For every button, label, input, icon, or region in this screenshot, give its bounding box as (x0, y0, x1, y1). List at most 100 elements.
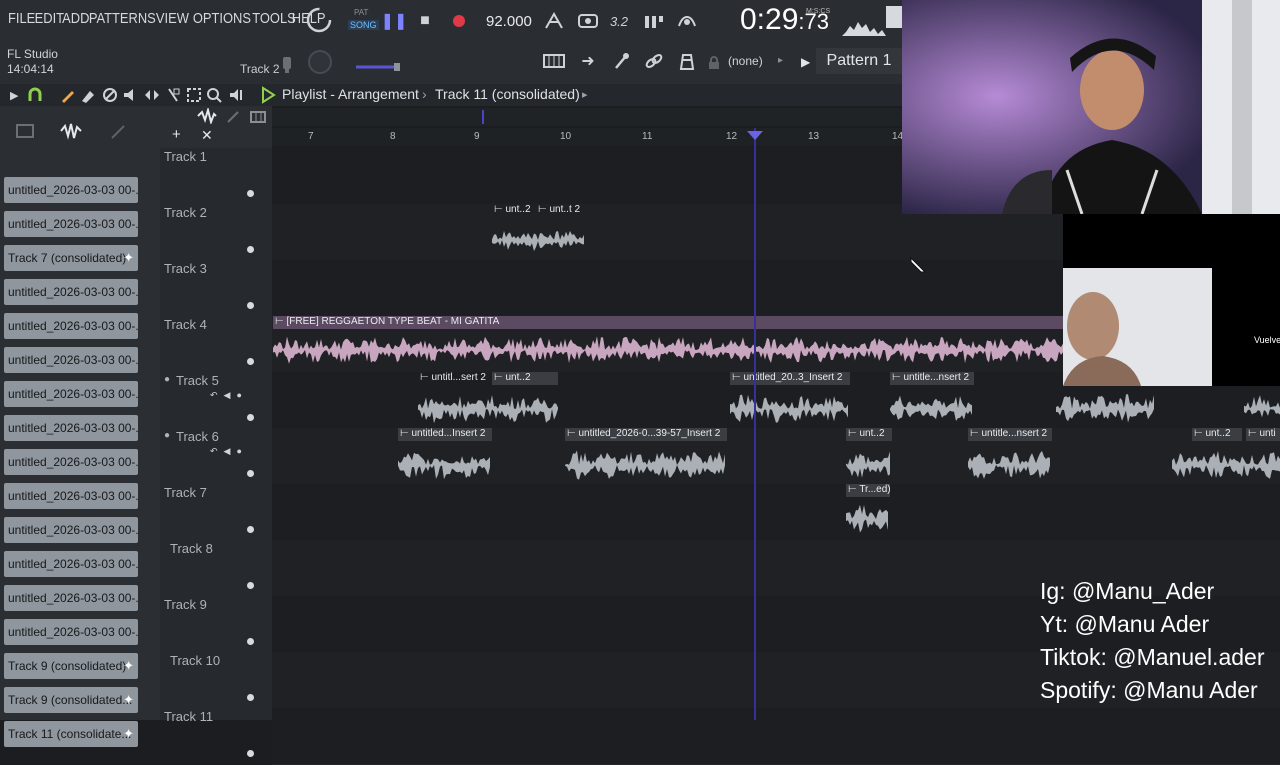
audio-waveform[interactable] (398, 448, 490, 482)
clip-menu-icon[interactable]: ⊢ (494, 204, 506, 215)
browser-item[interactable]: untitled_2026-03-03 00-... (4, 585, 138, 611)
track-name[interactable]: Track 3 (164, 261, 207, 276)
track-name[interactable]: Track 7 (164, 485, 207, 500)
track-enable-dot[interactable] (247, 246, 254, 253)
piano-roll-icon[interactable] (543, 50, 565, 72)
audio-waveform[interactable] (1244, 392, 1280, 426)
zoom-tool-icon[interactable] (206, 87, 222, 103)
clip-menu-icon[interactable]: ⊢ (732, 372, 744, 383)
browser-item[interactable]: untitled_2026-03-03 00-... (4, 551, 138, 577)
slip-tool-icon[interactable] (144, 87, 160, 103)
track-name[interactable]: Track 9 (164, 597, 207, 612)
lock-icon[interactable] (707, 56, 721, 70)
remove-icon[interactable]: ✕ (201, 127, 213, 144)
blend-notes-icon[interactable] (676, 10, 698, 32)
beat-counter[interactable]: 3.2 (608, 10, 630, 32)
browser-item[interactable]: untitled_2026-03-03 00-... (4, 483, 138, 509)
step-edit-icon[interactable] (643, 10, 665, 32)
audio-clip-header[interactable]: ⊢ unt..t 2 (536, 204, 584, 217)
track-name[interactable]: Track 1 (164, 149, 207, 164)
pattern-selector[interactable]: Pattern 1 (816, 48, 902, 74)
plugin-picker-icon[interactable] (610, 50, 632, 72)
track-controls-icon[interactable]: ↶◀● (210, 446, 248, 457)
audio-waveform[interactable] (565, 448, 725, 482)
menu-file[interactable]: FILE (8, 10, 35, 27)
audio-waveform[interactable] (890, 392, 972, 426)
clip-menu-icon[interactable]: ⊢ (400, 428, 412, 439)
playhead-marker-icon[interactable] (746, 128, 764, 140)
delete-tool-icon[interactable] (102, 87, 118, 103)
track-enable-dot[interactable] (247, 302, 254, 309)
record-icon[interactable] (448, 10, 470, 32)
playhead[interactable] (754, 128, 756, 720)
timeline-ruler[interactable]: 7 8 9 10 11 12 13 14 (272, 128, 903, 146)
browser-item[interactable]: untitled_2026-03-03 00-... (4, 517, 138, 543)
audio-waveform[interactable] (968, 448, 1050, 482)
audio-clip-header[interactable]: ⊢ untitle...nsert 2 (968, 428, 1052, 441)
stop-icon[interactable]: ■ (414, 10, 436, 32)
track-enable-dot[interactable] (247, 470, 254, 477)
track-enable-dot[interactable] (247, 190, 254, 197)
browser-item[interactable]: untitled_2026-03-03 00-... (4, 177, 138, 203)
browser-item[interactable]: untitled_2026-03-03 00-... (4, 313, 138, 339)
record-arm-icon[interactable]: ● (164, 374, 170, 385)
browser-audio-icon[interactable] (60, 122, 82, 140)
track-name[interactable]: Track 8 (170, 541, 213, 556)
audio-clip-header[interactable]: ⊢ unt..2 (846, 428, 892, 441)
clip-menu-icon[interactable]: ⊢ (420, 372, 432, 383)
track-name[interactable]: Track 2 (164, 205, 207, 220)
playlist-arrow-icon[interactable] (260, 86, 276, 104)
menu-view[interactable]: VIEW (156, 10, 189, 27)
menu-options[interactable]: OPTIONS (193, 10, 251, 27)
playlist-menu-icon[interactable]: ▶ (10, 89, 18, 102)
paint-tool-icon[interactable] (80, 87, 96, 103)
browser-item[interactable]: untitled_2026-03-03 00-... (4, 415, 138, 441)
pattern-prev-icon[interactable]: ▸ (778, 55, 783, 66)
track-enable-dot[interactable] (247, 694, 254, 701)
track-enable-dot[interactable] (247, 414, 254, 421)
track-name[interactable]: Track 6 (176, 429, 219, 444)
select-tool-icon[interactable] (186, 87, 202, 103)
audio-clip-header[interactable]: ⊢ untitled_20..3_Insert 2 (730, 372, 850, 385)
audio-waveform[interactable] (846, 502, 888, 536)
audio-clip-header[interactable]: ⊢ [FREE] REGGAETON TYPE BEAT - MI GATITA (273, 316, 1063, 329)
record-arm-icon[interactable]: ● (164, 430, 170, 441)
arrow-right-icon[interactable]: ➜ (577, 50, 599, 72)
track-link-icon[interactable] (226, 110, 240, 124)
master-volume-slider[interactable] (356, 58, 406, 71)
track-enable-dot[interactable] (247, 638, 254, 645)
clip-menu-icon[interactable]: ⊢ (848, 484, 859, 495)
microphone-icon[interactable] (280, 56, 294, 74)
track-audio-icon[interactable] (197, 106, 217, 126)
browser-item[interactable]: untitled_2026-03-03 00-... (4, 449, 138, 475)
menu-edit[interactable]: EDIT (35, 10, 64, 27)
ruler-overview-strip[interactable] (272, 108, 902, 126)
link-icon[interactable] (643, 50, 665, 72)
clip-menu-icon[interactable]: ⊢ (848, 428, 860, 439)
browser-item[interactable]: untitled_2026-03-03 00-... (4, 211, 138, 237)
master-pitch-knob-icon[interactable] (306, 48, 334, 76)
audio-waveform[interactable] (273, 334, 1063, 366)
clip-menu-icon[interactable]: ⊢ (538, 204, 550, 215)
browser-view-icon[interactable] (16, 124, 34, 138)
draw-tool-icon[interactable] (60, 87, 76, 103)
main-volume-knob-icon[interactable] (305, 6, 333, 34)
track-name[interactable]: Track 5 (176, 373, 219, 388)
metronome-icon[interactable] (543, 10, 565, 32)
audio-clip-header[interactable]: ⊢ Tr...ed) (846, 484, 890, 497)
browser-item[interactable]: Track 7 (consolidated) ✦ (4, 245, 138, 271)
mute-tool-icon[interactable] (122, 87, 138, 103)
clip-menu-icon[interactable]: ⊢ (275, 316, 287, 327)
track-enable-dot[interactable] (247, 582, 254, 589)
audio-waveform[interactable] (730, 392, 848, 426)
audio-clip-header[interactable]: ⊢ unt..2 (1192, 428, 1242, 441)
audio-clip-header[interactable]: ⊢ unti (1246, 428, 1280, 441)
track-lane[interactable] (272, 708, 1280, 765)
browser-item[interactable]: Track 11 (consolidate... ✦ (4, 721, 138, 747)
track-name[interactable]: Track 10 (170, 653, 220, 668)
mixer-icon[interactable] (676, 50, 698, 72)
clip-menu-icon[interactable]: ⊢ (1194, 428, 1206, 439)
snap-magnet-icon[interactable] (27, 87, 43, 103)
menu-add[interactable]: ADD (62, 10, 89, 27)
audio-clip-header[interactable]: ⊢ untitle...nsert 2 (890, 372, 974, 385)
